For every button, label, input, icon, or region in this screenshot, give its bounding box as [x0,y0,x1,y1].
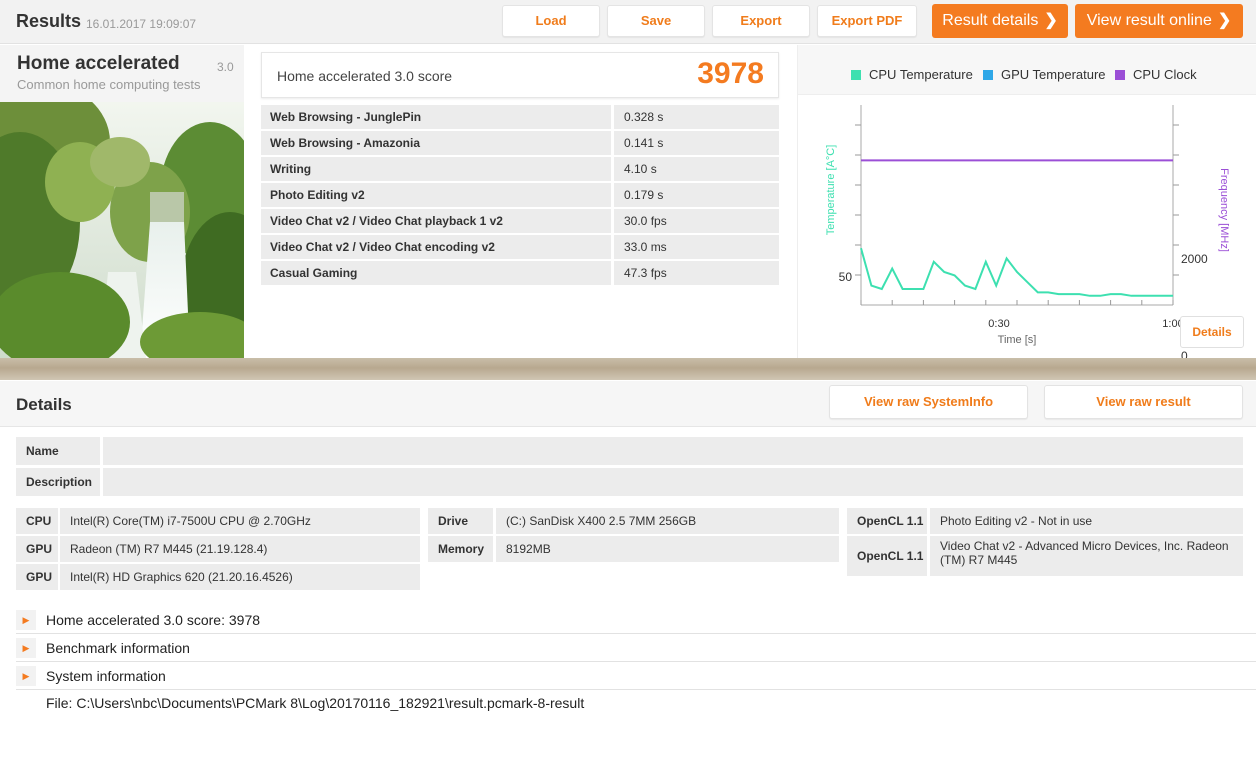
expand-arrow-icon[interactable]: ▶ [16,638,36,658]
memory-value: 8192MB [496,536,839,562]
tree-item-label: Home accelerated 3.0 score: 3978 [46,612,261,628]
monitoring-chart-panel: CPU Temperature GPU Temperature CPU Cloc… [797,45,1256,358]
result-name: Video Chat v2 / Video Chat encoding v2 [261,235,611,259]
expand-arrow-icon[interactable]: ▶ [16,610,36,630]
result-value: 47.3 fps [614,261,779,285]
right-tick-label: 0 [1181,349,1188,358]
legend-swatch [983,70,993,80]
result-value: 4.10 s [614,157,779,181]
right-tick-label: 2000 [1181,252,1208,266]
result-row: Casual Gaming 47.3 fps [261,261,779,285]
benchmark-subtitle: Common home computing tests [17,77,201,92]
expand-arrow-icon[interactable]: ▶ [16,666,36,686]
name-row: Name [16,437,1243,465]
chart-details-button[interactable]: Details [1180,316,1244,348]
view-raw-systeminfo-button[interactable]: View raw SystemInfo [829,385,1028,419]
result-value: 33.0 ms [614,235,779,259]
result-name: Web Browsing - Amazonia [261,131,611,155]
details-title: Details [16,395,72,414]
legend-label: CPU Temperature [869,67,973,82]
benchmark-info-panel: Home accelerated 3.0 Common home computi… [0,45,244,358]
name-value [103,437,1243,465]
result-details-label: Result details [942,12,1039,29]
opencl-label: OpenCL 1.1 [847,536,927,576]
name-label: Name [16,437,100,465]
cpu-temperature-series [860,247,1173,297]
result-row: Web Browsing - JunglePin 0.328 s [261,105,779,129]
x-tick-label: 0:30 [988,318,1009,330]
right-axis-label: Frequency [MHz] [1218,168,1230,252]
drive-label: Drive [428,508,493,534]
result-row: Web Browsing - Amazonia 0.141 s [261,131,779,155]
tree-item-benchmark-information[interactable]: ▶ Benchmark information [16,634,1256,662]
gpu-value: Intel(R) HD Graphics 620 (21.20.16.4526) [60,564,420,590]
decorative-banner [0,358,1256,380]
opencl-value: Photo Editing v2 - Not in use [930,508,1243,534]
save-button[interactable]: Save [607,5,705,37]
chart-legend: CPU Temperature GPU Temperature CPU Cloc… [798,45,1256,95]
export-button[interactable]: Export [712,5,810,37]
cpu-value: Intel(R) Core(TM) i7-7500U CPU @ 2.70GHz [60,508,420,534]
results-timestamp: 16.01.2017 19:09:07 [86,17,197,31]
description-row: Description [16,468,1243,496]
legend-label: GPU Temperature [1001,67,1106,82]
load-button[interactable]: Load [502,5,600,37]
tree-item-system-information[interactable]: ▶ System information [16,662,1256,690]
result-value: 0.328 s [614,105,779,129]
gpu-label: GPU [16,536,58,562]
export-pdf-button[interactable]: Export PDF [817,5,917,37]
result-row: Video Chat v2 / Video Chat playback 1 v2… [261,209,779,233]
benchmark-image [0,102,244,358]
view-result-online-label: View result online [1086,12,1212,29]
cpu-label: CPU [16,508,58,534]
result-value: 30.0 fps [614,209,779,233]
chevron-right-icon: ❯ [1044,12,1058,29]
benchmark-version: 3.0 [217,60,234,74]
opencl-label: OpenCL 1.1 [847,508,927,534]
chevron-right-icon: ❯ [1217,12,1232,29]
benchmark-name: Home accelerated [17,53,180,74]
result-name: Web Browsing - JunglePin [261,105,611,129]
legend-cpu-temperature[interactable]: CPU Temperature [851,67,973,82]
legend-swatch [851,70,861,80]
result-details-button[interactable]: Result details ❯ [932,4,1068,38]
gpu-value: Radeon (TM) R7 M445 (21.19.128.4) [60,536,420,562]
result-value: 0.179 s [614,183,779,207]
gpu-label: GPU [16,564,58,590]
result-name: Casual Gaming [261,261,611,285]
left-axis-label: Temperature [A°C] [825,145,837,236]
legend-swatch [1115,70,1125,80]
result-row: Photo Editing v2 0.179 s [261,183,779,207]
opencl-value: Video Chat v2 - Advanced Micro Devices, … [930,536,1243,576]
left-tick-label: 50 [839,270,853,284]
results-header: Results 16.01.2017 19:09:07 Load Save Ex… [0,0,1256,44]
result-value: 0.141 s [614,131,779,155]
description-label: Description [16,468,100,496]
result-name: Writing [261,157,611,181]
result-file-path: File: C:\Users\nbc\Documents\PCMark 8\Lo… [46,695,585,711]
drive-value: (C:) SanDisk X400 2.5 7MM 256GB [496,508,839,534]
results-table: Web Browsing - JunglePin 0.328 s Web Brow… [261,105,779,287]
tree-item-label: System information [46,668,166,684]
score-value: 3978 [697,57,764,90]
result-name: Photo Editing v2 [261,183,611,207]
x-axis-label: Time [s] [998,334,1037,346]
legend-cpu-clock[interactable]: CPU Clock [1115,67,1197,82]
details-header: Details View raw SystemInfo View raw res… [0,381,1256,427]
tree-item-score[interactable]: ▶ Home accelerated 3.0 score: 3978 [16,606,1256,634]
description-value [103,468,1243,496]
results-title: Results [16,11,82,31]
result-row: Video Chat v2 / Video Chat encoding v2 33… [261,235,779,259]
legend-gpu-temperature[interactable]: GPU Temperature [983,67,1106,82]
tree-item-label: Benchmark information [46,640,190,656]
score-box: Home accelerated 3.0 score 3978 [261,52,779,98]
result-name: Video Chat v2 / Video Chat playback 1 v2 [261,209,611,233]
result-row: Writing 4.10 s [261,157,779,181]
score-panel: Home accelerated 3.0 score 3978 Web Brow… [247,45,792,358]
view-raw-result-button[interactable]: View raw result [1044,385,1243,419]
score-label: Home accelerated 3.0 score [277,68,453,84]
legend-label: CPU Clock [1133,67,1197,82]
memory-label: Memory [428,536,493,562]
view-result-online-button[interactable]: View result online ❯ [1075,4,1243,38]
